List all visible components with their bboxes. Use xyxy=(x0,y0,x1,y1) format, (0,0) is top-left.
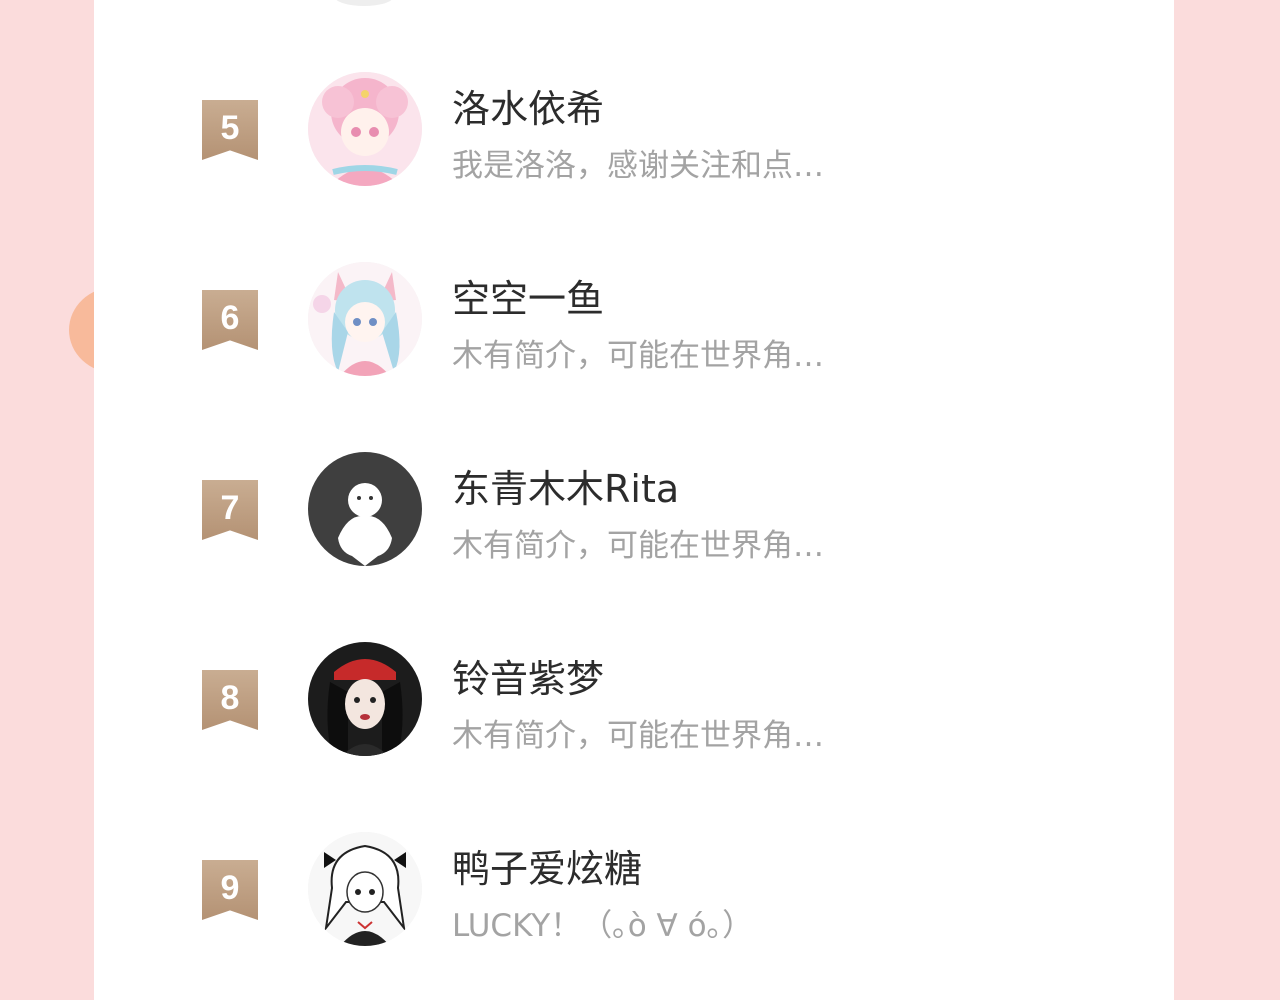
user-avatar[interactable] xyxy=(308,262,422,376)
ranking-row[interactable]: 8 铃音紫梦 木有简介，可能在世界角… xyxy=(94,626,1174,776)
user-avatar[interactable] xyxy=(308,452,422,566)
rank-badge: 9 xyxy=(202,860,258,920)
user-name[interactable]: 铃音紫梦 xyxy=(452,648,604,703)
ranking-row[interactable]: 9 鸭子爱炫糖 LUCKY！（｡ò ∀ ó｡） xyxy=(94,816,1174,966)
rank-badge: 6 xyxy=(202,290,258,350)
user-bio: 我是洛洛，感谢关注和点… xyxy=(452,148,824,184)
ranking-row[interactable]: 6 空空一鱼 木有简介，可能在世界角… xyxy=(94,246,1174,396)
user-name[interactable]: 空空一鱼 xyxy=(452,268,604,323)
user-name[interactable]: 鸭子爱炫糖 xyxy=(452,838,642,893)
user-avatar[interactable] xyxy=(308,72,422,186)
user-bio: LUCKY！（｡ò ∀ ó｡） xyxy=(452,908,754,944)
user-avatar[interactable] xyxy=(308,832,422,946)
ranking-row[interactable]: 5 洛水依希 我是洛洛，感谢关注和点… xyxy=(94,56,1174,206)
ranking-list-card: 5 洛水依希 我是洛洛，感谢关注和点… 6 空空一鱼 木有简介，可能在世界角… … xyxy=(94,0,1174,1000)
user-name[interactable]: 洛水依希 xyxy=(452,78,604,133)
previous-avatar-edge xyxy=(334,0,394,6)
ranking-row[interactable]: 7 东青木木Rita 木有简介，可能在世界角… xyxy=(94,436,1174,586)
user-avatar[interactable] xyxy=(308,642,422,756)
user-bio: 木有简介，可能在世界角… xyxy=(452,338,824,374)
user-bio: 木有简介，可能在世界角… xyxy=(452,718,824,754)
user-bio: 木有简介，可能在世界角… xyxy=(452,528,824,564)
user-name[interactable]: 东青木木Rita xyxy=(452,458,679,513)
rank-badge: 8 xyxy=(202,670,258,730)
rank-badge: 7 xyxy=(202,480,258,540)
rank-badge: 5 xyxy=(202,100,258,160)
